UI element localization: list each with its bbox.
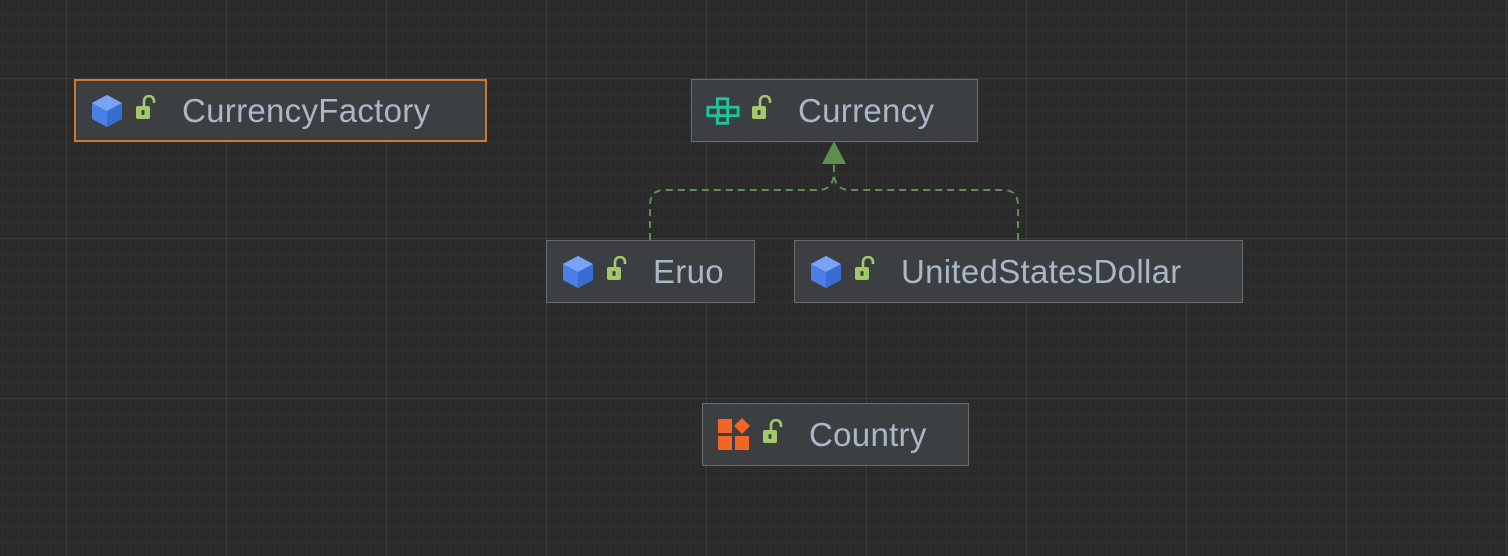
public-lock-icon <box>853 255 877 282</box>
class-node-united-states-dollar[interactable]: UnitedStatesDollar <box>794 240 1243 303</box>
node-label: CurrencyFactory <box>182 91 431 129</box>
class-icon <box>809 255 843 289</box>
interface-icon <box>706 94 740 128</box>
enum-node-country[interactable]: Country <box>702 403 969 466</box>
public-lock-icon <box>750 94 774 121</box>
enum-icon <box>717 417 751 452</box>
public-lock-icon <box>605 255 629 282</box>
implements-arrowhead <box>822 141 846 164</box>
node-label: UnitedStatesDollar <box>901 252 1182 290</box>
node-label: Currency <box>798 91 935 129</box>
class-node-eruo[interactable]: Eruo <box>546 240 755 303</box>
implements-edge-united-states-dollar[interactable] <box>833 160 1019 240</box>
diagram-canvas[interactable]: CurrencyFactory Currency Eruo UnitedStat… <box>0 0 1508 556</box>
node-label: Country <box>809 415 927 453</box>
class-icon <box>90 94 124 128</box>
public-lock-icon <box>134 94 158 121</box>
implements-edge-eruo[interactable] <box>649 160 835 240</box>
class-icon <box>561 255 595 289</box>
node-label: Eruo <box>653 252 724 290</box>
interface-node-currency[interactable]: Currency <box>691 79 978 142</box>
class-node-currency-factory[interactable]: CurrencyFactory <box>74 79 487 142</box>
public-lock-icon <box>761 418 785 445</box>
